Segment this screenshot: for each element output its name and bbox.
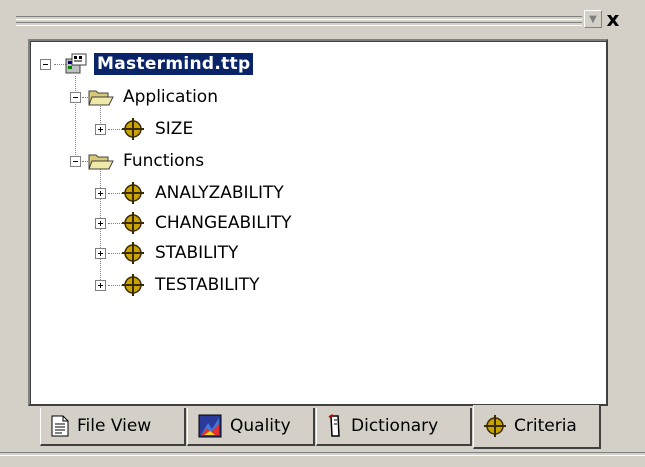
tree-folder-functions[interactable]: Functions <box>88 148 207 174</box>
tree-item-size[interactable]: SIZE <box>122 116 196 142</box>
criteria-icon <box>122 118 144 140</box>
tab-dictionary[interactable]: Dictionary <box>316 408 472 446</box>
folder-open-icon <box>88 151 114 171</box>
criteria-icon <box>122 242 144 264</box>
tree-folder-label: Functions <box>123 151 205 171</box>
tree-item-label: STABILITY <box>155 243 239 263</box>
tab-label: Quality <box>230 416 291 436</box>
tree-item-label: CHANGEABILITY <box>155 213 292 233</box>
tab-criteria[interactable]: Criteria <box>473 405 601 449</box>
gripper-line <box>16 22 582 26</box>
tree-item-stability[interactable]: STABILITY <box>122 240 241 266</box>
tree-connector <box>108 129 122 130</box>
tree-item-label: SIZE <box>155 119 194 139</box>
chevron-down-icon: ▼ <box>589 13 597 25</box>
expand-toggle[interactable] <box>95 188 106 199</box>
tree-item-label: ANALYZABILITY <box>155 183 284 203</box>
tree-connector <box>108 193 122 194</box>
tree-connector <box>108 285 122 286</box>
tree-item-analyzability[interactable]: ANALYZABILITY <box>122 180 287 206</box>
tab-label: File View <box>77 416 152 436</box>
tab-label: Dictionary <box>351 416 439 436</box>
tree-connector <box>108 223 122 224</box>
folder-open-icon <box>88 87 114 107</box>
tree-item-testability[interactable]: TESTABILITY <box>122 272 263 298</box>
gripper-line <box>16 16 582 20</box>
expand-toggle[interactable] <box>95 218 106 229</box>
tree-folder-label: Application <box>123 87 218 107</box>
panel-menu-button[interactable]: ▼ <box>584 10 602 28</box>
collapse-toggle[interactable] <box>40 59 51 70</box>
tab-quality[interactable]: Quality <box>187 408 315 446</box>
tab-label: Criteria <box>514 416 577 436</box>
expand-toggle[interactable] <box>95 280 106 291</box>
criteria-icon <box>122 212 144 234</box>
status-divider <box>0 452 645 456</box>
criteria-icon <box>484 415 506 437</box>
dictionary-icon <box>327 414 343 438</box>
criteria-icon <box>122 274 144 296</box>
tab-file-view[interactable]: File View <box>40 408 186 446</box>
tree-item-label: TESTABILITY <box>155 275 260 295</box>
collapse-toggle[interactable] <box>70 156 81 167</box>
expand-toggle[interactable] <box>95 248 106 259</box>
tree-root-label: Mastermind.ttp <box>94 53 254 75</box>
panel-gripper[interactable]: ▼ x <box>16 8 619 36</box>
tree-root-node[interactable]: Mastermind.ttp <box>64 51 254 77</box>
document-icon <box>51 415 69 437</box>
project-icon <box>64 53 88 75</box>
close-button[interactable]: x <box>604 7 622 31</box>
tree-item-changeability[interactable]: CHANGEABILITY <box>122 210 294 236</box>
quality-icon <box>198 414 222 438</box>
tree-connector <box>108 253 122 254</box>
close-icon: x <box>606 7 620 31</box>
expand-toggle[interactable] <box>95 124 106 135</box>
collapse-toggle[interactable] <box>70 92 81 103</box>
tree-folder-application[interactable]: Application <box>88 84 221 110</box>
tree-view[interactable]: Mastermind.ttp Application SIZE Function… <box>28 39 608 406</box>
tree-connector <box>75 76 76 161</box>
criteria-icon <box>122 182 144 204</box>
